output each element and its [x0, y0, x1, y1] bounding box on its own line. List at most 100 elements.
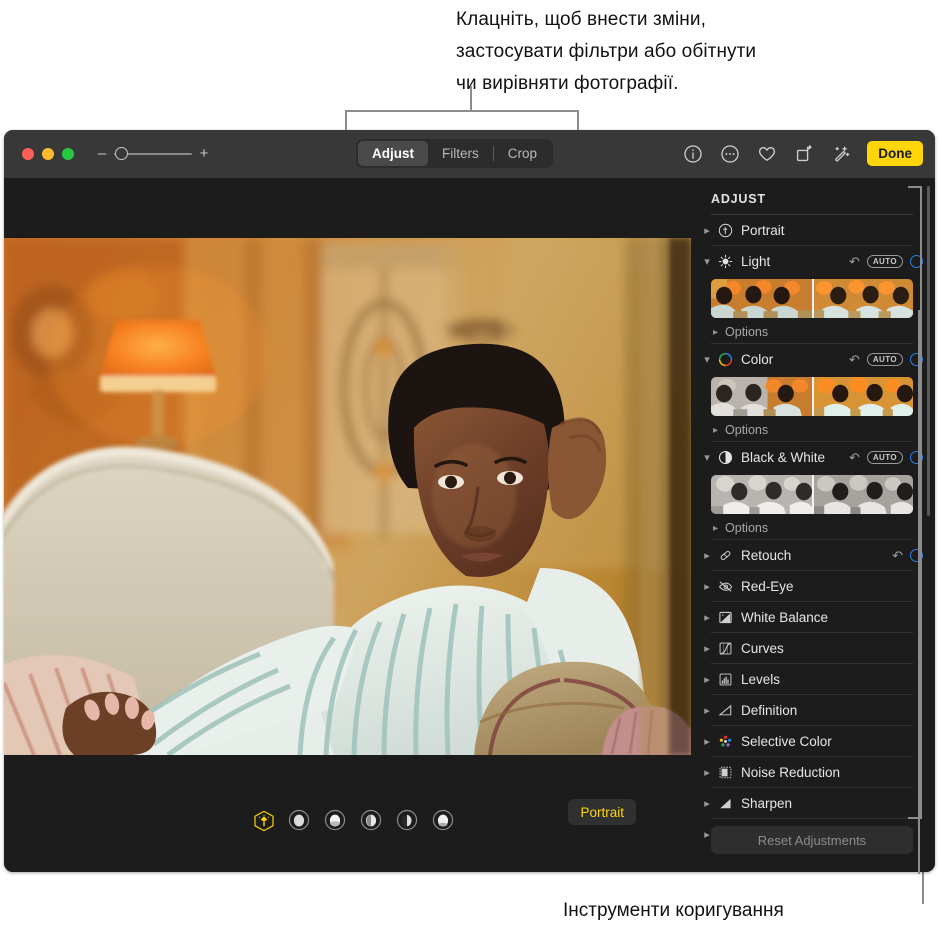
natural-light-icon[interactable] [288, 809, 310, 831]
window-toolbar: – + Adjust Filters Crop Done [4, 130, 935, 178]
sidebar-item-light[interactable]: ▾ Light ↶ AUTO [691, 246, 935, 276]
edit-mode-segmented-control[interactable]: Adjust Filters Crop [356, 139, 554, 168]
reset-adjustments-button[interactable]: Reset Adjustments [711, 826, 913, 854]
portrait-effects-bar: Portrait [4, 767, 691, 872]
thumbnail-before[interactable] [711, 475, 812, 514]
black-white-circle-icon [717, 449, 733, 465]
zoom-slider-knob[interactable] [115, 147, 128, 160]
sidebar-item-label: Sharpen [741, 795, 793, 811]
chevron-right-icon[interactable]: ▸ [701, 704, 713, 717]
top-callout-leader-line [470, 86, 472, 112]
light-options-row[interactable]: ▸ Options [691, 321, 935, 343]
color-options-row[interactable]: ▸ Options [691, 419, 935, 441]
options-label: Options [725, 521, 769, 535]
top-callout-line-3: чи вирівняти фотографії. [456, 73, 679, 94]
chevron-right-icon[interactable]: ▸ [701, 580, 713, 593]
chevron-right-icon[interactable]: ▸ [713, 327, 718, 338]
sidebar-item-noise-reduction[interactable]: ▸ Noise Reduction [691, 757, 935, 787]
contour-light-icon[interactable] [360, 809, 382, 831]
black-white-options-row[interactable]: ▸ Options [691, 517, 935, 539]
sidebar-item-definition[interactable]: ▸ Definition [691, 695, 935, 725]
chevron-right-icon[interactable]: ▸ [701, 611, 713, 624]
chevron-right-icon[interactable]: ▸ [701, 224, 713, 237]
rotate-icon[interactable] [794, 144, 814, 164]
thumbnail-after[interactable] [812, 377, 913, 416]
chevron-right-icon[interactable]: ▸ [701, 673, 713, 686]
zoom-slider-control[interactable]: – + [96, 146, 210, 161]
minimize-window-button[interactable] [42, 148, 54, 160]
tab-crop[interactable]: Crop [494, 141, 551, 166]
bottom-callout-text: Інструменти коригування [563, 900, 784, 921]
auto-button[interactable]: AUTO [866, 450, 903, 464]
chevron-right-icon[interactable]: ▸ [701, 642, 713, 655]
light-preview-thumbnails[interactable] [711, 279, 913, 318]
portrait-effects-list [252, 809, 454, 831]
close-window-button[interactable] [22, 148, 34, 160]
sidebar-item-black-and-white[interactable]: ▾ Black & White ↶ AUTO [691, 442, 935, 472]
photo-image [4, 238, 691, 755]
more-options-icon[interactable] [720, 144, 740, 164]
chevron-right-icon[interactable]: ▸ [701, 549, 713, 562]
sidebar-item-portrait[interactable]: ▸ Portrait [691, 215, 935, 245]
zoom-out-icon[interactable]: – [96, 146, 108, 161]
tab-filters[interactable]: Filters [428, 141, 493, 166]
curves-icon [717, 640, 733, 656]
chevron-down-icon[interactable]: ▾ [701, 353, 713, 366]
stage-light-icon[interactable] [396, 809, 418, 831]
favorite-heart-icon[interactable] [757, 144, 777, 164]
chevron-right-icon[interactable]: ▸ [713, 425, 718, 436]
chevron-right-icon[interactable]: ▸ [701, 735, 713, 748]
studio-light-icon[interactable] [324, 809, 346, 831]
zoom-slider[interactable] [114, 147, 192, 161]
top-callout-text: Клацніть, щоб внести зміни, застосувати … [456, 4, 939, 100]
chevron-right-icon[interactable]: ▸ [701, 797, 713, 810]
maximize-window-button[interactable] [62, 148, 74, 160]
color-preview-thumbnails[interactable] [711, 377, 913, 416]
thumbnail-after[interactable] [812, 475, 913, 514]
sidebar-item-retouch[interactable]: ▸ Retouch ↶ [691, 540, 935, 570]
done-button[interactable]: Done [867, 141, 923, 166]
auto-button[interactable]: AUTO [866, 352, 903, 366]
sidebar-item-label: White Balance [741, 609, 829, 625]
tab-adjust[interactable]: Adjust [358, 141, 428, 166]
undo-icon[interactable]: ↶ [849, 451, 860, 464]
info-icon[interactable] [683, 144, 703, 164]
portrait-mode-button[interactable]: Portrait [568, 799, 636, 825]
edited-photo[interactable] [4, 238, 691, 755]
sidebar-item-selective-color[interactable]: ▸ Selective Color [691, 726, 935, 756]
undo-icon[interactable]: ↶ [849, 255, 860, 268]
auto-button[interactable]: AUTO [866, 254, 903, 268]
chevron-down-icon[interactable]: ▾ [701, 255, 713, 268]
thumbnail-before[interactable] [711, 279, 812, 318]
thumbnail-after[interactable] [812, 279, 913, 318]
thumbnail-before[interactable] [711, 377, 812, 416]
chevron-right-icon[interactable]: ▸ [701, 766, 713, 779]
undo-icon[interactable]: ↶ [849, 353, 860, 366]
sidebar-item-color[interactable]: ▾ Color ↶ AUTO [691, 344, 935, 374]
auto-enhance-icon[interactable] [831, 144, 851, 164]
stage-light-mono-icon[interactable] [432, 809, 454, 831]
sidebar-item-label: Noise Reduction [741, 764, 841, 780]
toolbar-icon-group [683, 130, 851, 178]
definition-icon [717, 702, 733, 718]
zoom-in-icon[interactable]: + [198, 146, 210, 161]
chevron-right-icon[interactable]: ▸ [713, 523, 718, 534]
thumbnail-divider [812, 377, 814, 416]
retouch-bandage-icon [717, 547, 733, 563]
black-white-preview-thumbnails[interactable] [711, 475, 913, 514]
portrait-effect-icon[interactable] [252, 809, 274, 831]
thumbnail-divider [812, 475, 814, 514]
sidebar-item-red-eye[interactable]: ▸ Red-Eye [691, 571, 935, 601]
thumbnail-divider [812, 279, 814, 318]
undo-icon[interactable]: ↶ [892, 549, 903, 562]
traffic-lights [22, 148, 74, 160]
portrait-f-icon [717, 222, 733, 238]
sidebar-item-levels[interactable]: ▸ Levels [691, 664, 935, 694]
chevron-down-icon[interactable]: ▾ [701, 451, 713, 464]
options-label: Options [725, 423, 769, 437]
sidebar-item-white-balance[interactable]: ▸ White Balance [691, 602, 935, 632]
sidebar-item-curves[interactable]: ▸ Curves [691, 633, 935, 663]
sidebar-item-sharpen[interactable]: ▸ Sharpen [691, 788, 935, 818]
photo-canvas: Portrait [4, 178, 691, 872]
noise-reduction-icon [717, 764, 733, 780]
